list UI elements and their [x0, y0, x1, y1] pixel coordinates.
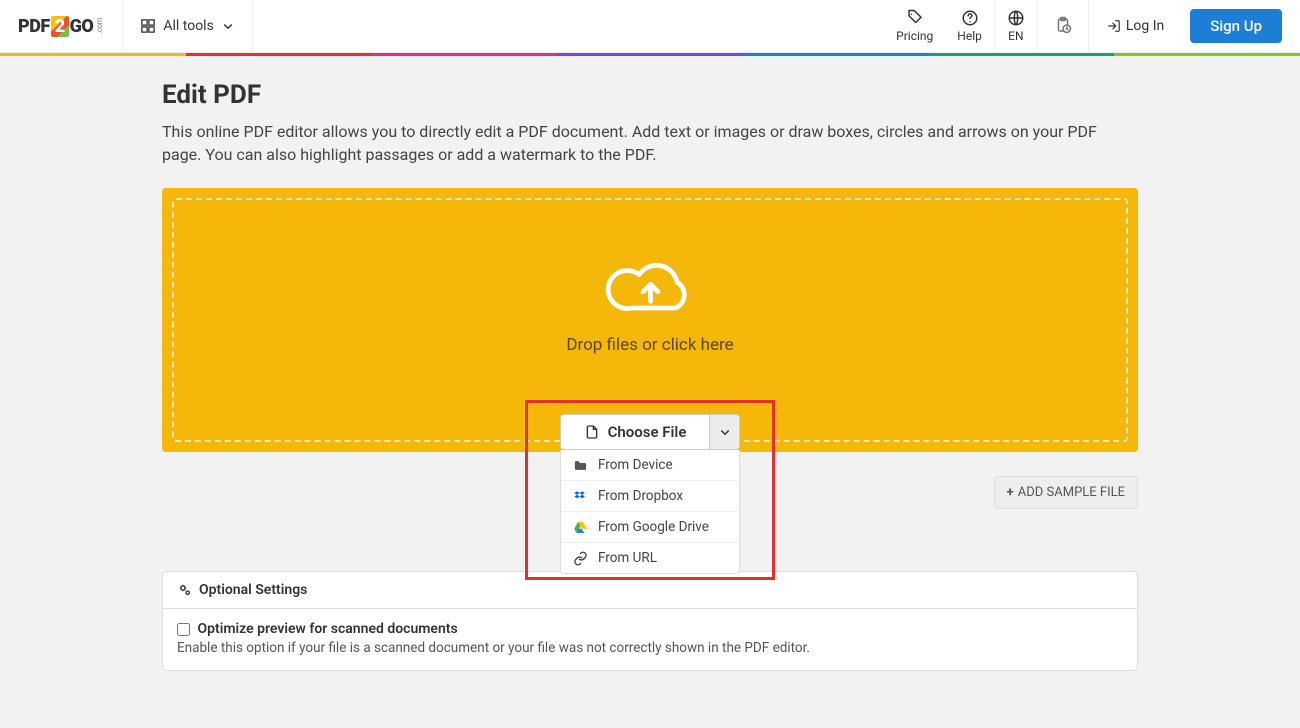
source-url-label: From URL: [598, 550, 657, 566]
source-url[interactable]: From URL: [561, 543, 739, 573]
tag-icon: [906, 9, 924, 27]
choose-file-button[interactable]: Choose File: [561, 415, 709, 449]
optimize-checkbox-description: Enable this option if your file is a sca…: [177, 639, 1123, 658]
page-title: Edit PDF: [162, 80, 1138, 110]
login-label: Log In: [1126, 18, 1164, 34]
upload-dropzone[interactable]: Drop files or click here: [162, 188, 1138, 452]
language-selector[interactable]: EN: [995, 0, 1037, 52]
logo[interactable]: PDF 2 GO .com: [0, 0, 123, 52]
alltools-label: All tools: [163, 18, 213, 34]
plus-icon: +: [1007, 485, 1014, 500]
dropzone-inner: Drop files or click here: [172, 198, 1128, 442]
grid-icon: [141, 19, 155, 33]
signup-button[interactable]: Sign Up: [1190, 9, 1282, 43]
source-dropbox[interactable]: From Dropbox: [561, 481, 739, 512]
globe-icon: [1007, 9, 1025, 27]
language-label: EN: [1008, 29, 1023, 43]
source-gdrive-label: From Google Drive: [598, 519, 709, 535]
dropbox-icon: [573, 489, 588, 504]
chevron-down-icon: [719, 426, 731, 438]
choose-file-dropdown: Choose File From Device From Dropbox: [560, 414, 740, 574]
optimize-checkbox-row[interactable]: Optimize preview for scanned documents: [177, 621, 458, 637]
folder-icon: [573, 458, 588, 473]
choose-file-caret[interactable]: [709, 415, 739, 449]
google-drive-icon: [573, 520, 588, 535]
optional-settings-panel: Optional Settings Optimize preview for s…: [162, 571, 1138, 671]
optimize-checkbox[interactable]: [177, 623, 190, 636]
optimize-checkbox-label: Optimize preview for scanned documents: [197, 621, 457, 637]
chevron-down-icon: [222, 20, 234, 32]
page-subtitle: This online PDF editor allows you to dir…: [162, 120, 1138, 166]
add-sample-label: ADD SAMPLE FILE: [1018, 485, 1125, 500]
source-dropbox-label: From Dropbox: [598, 488, 683, 504]
source-gdrive[interactable]: From Google Drive: [561, 512, 739, 543]
help-label: Help: [957, 29, 982, 43]
login-button[interactable]: Log In: [1089, 0, 1182, 52]
link-icon: [573, 551, 588, 566]
add-sample-file-button[interactable]: + ADD SAMPLE FILE: [994, 476, 1138, 509]
pricing-label: Pricing: [896, 29, 933, 43]
logo-text-pdf: PDF: [18, 16, 50, 37]
help-icon: [961, 9, 979, 27]
signup-label: Sign Up: [1210, 17, 1262, 35]
source-device[interactable]: From Device: [561, 450, 739, 481]
pricing-link[interactable]: Pricing: [884, 0, 945, 52]
logo-text-go: GO: [70, 16, 94, 37]
login-icon: [1107, 19, 1121, 33]
logo-text-2: 2: [51, 16, 69, 37]
choose-file-label: Choose File: [608, 423, 687, 441]
source-device-label: From Device: [598, 457, 673, 473]
history-link[interactable]: [1038, 0, 1088, 52]
optional-settings-header: Optional Settings: [163, 572, 1137, 609]
optional-settings-title: Optional Settings: [199, 582, 307, 598]
clipboard-history-icon: [1054, 16, 1072, 34]
help-link[interactable]: Help: [945, 0, 994, 52]
source-dropdown-menu: From Device From Dropbox From Google Dri…: [560, 450, 740, 574]
gears-icon: [177, 582, 193, 598]
file-add-icon: [584, 424, 600, 440]
alltools-dropdown[interactable]: All tools: [123, 0, 252, 52]
drop-label: Drop files or click here: [566, 335, 733, 355]
main-header: PDF 2 GO .com All tools Pricing Help EN …: [0, 0, 1300, 53]
logo-text-com: .com: [95, 18, 104, 34]
cloud-upload-icon: [603, 255, 698, 323]
